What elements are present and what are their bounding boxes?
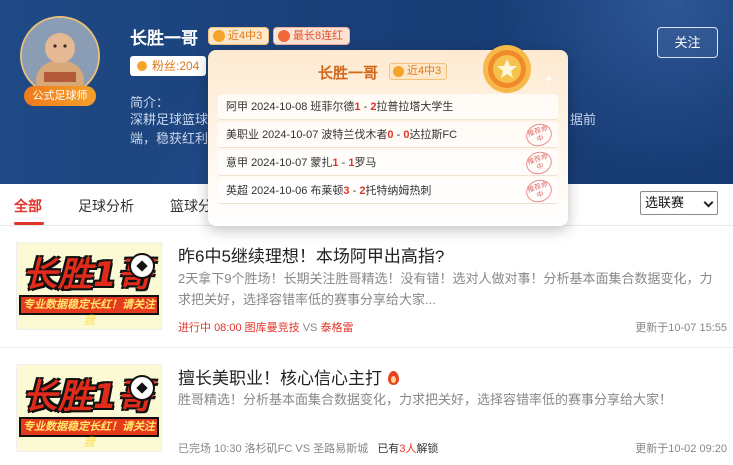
- hit-stamp: 推荐命中: [523, 176, 555, 206]
- result-row: 美职业 2024-10-07 波特兰伐木者0 - 0达拉斯FC 推荐命中: [218, 120, 558, 150]
- popup-record-tag-label: 近4中3: [407, 65, 442, 77]
- match-time: 10:30: [214, 443, 242, 455]
- match-time: 08:00: [214, 322, 242, 334]
- avatar-container: 公式足球师: [20, 16, 100, 106]
- chevron-down-icon: [703, 197, 714, 208]
- result-home: 班菲尔德: [310, 101, 355, 113]
- thumbnail-strip: 专业数据稳定长红！请关注我: [19, 295, 159, 327]
- active-tab-indicator: [14, 222, 44, 225]
- hit-stamp: 推荐命中: [523, 120, 555, 150]
- result-league: 英超: [226, 185, 248, 197]
- recent-results-list: 阿甲 2024-10-08 班菲尔德1 - 2拉普拉塔大学生 美职业 2024-…: [218, 94, 558, 206]
- record-tag[interactable]: 近4中3: [208, 27, 270, 45]
- sparkle-icon: ✦: [544, 72, 555, 86]
- avatar-image: [22, 18, 98, 94]
- article-match-info: 已完场 10:30 洛杉矶FC VS 圣路易斯城 已有3人解锁: [178, 440, 438, 456]
- streak-tag: 最长8连红: [273, 27, 351, 45]
- result-row: 英超 2024-10-06 布莱顿3 - 2托特纳姆热刺 推荐命中: [218, 176, 558, 206]
- article-summary: 2天拿下9个胜场！长期关注胜哥精选！没有错！选对人做对事！分析基本面集合数据变化…: [178, 271, 713, 307]
- match-status: 已完场: [178, 443, 211, 455]
- article-title[interactable]: 擅长美职业！核心信心主打: [178, 364, 399, 389]
- result-away: 拉普拉塔大学生: [376, 101, 454, 113]
- popup-record-tag: 近4中3: [389, 63, 448, 80]
- avatar[interactable]: [20, 16, 100, 96]
- match-status: 进行中: [178, 322, 211, 334]
- home-team: 洛杉矶FC: [244, 443, 293, 455]
- article-match-info: 进行中 08:00 图库曼竞技 VS 泰格雷: [178, 319, 353, 335]
- thumbnail-strip-text: 专业数据稳定长红！请关注我: [23, 421, 155, 449]
- fire-icon: [388, 371, 399, 385]
- result-home-score: 1: [354, 101, 361, 113]
- expert-name: 长胜一哥: [130, 29, 198, 48]
- article-updated-time: 更新于10-02 09:20: [635, 443, 727, 455]
- streak-tag-label: 最长8连红: [293, 30, 344, 42]
- article-summary: 胜哥精选！分析基本面集合数据变化，力求把关好，选择容错率低的赛事分享给大家！: [178, 392, 673, 407]
- article-updated-time: 更新于10-07 15:55: [635, 322, 727, 334]
- vs-label: VS: [295, 443, 311, 455]
- result-home: 布莱顿: [310, 185, 344, 197]
- thumbnail-strip-text: 专业数据稳定长红！请关注我: [23, 299, 155, 327]
- article-thumbnail: 长胜1哥 专业数据稳定长红！请关注我: [16, 242, 162, 330]
- thumbnail-strip: 专业数据稳定长红！请关注我: [19, 417, 159, 449]
- away-team: 泰格雷: [320, 322, 354, 334]
- result-league: 意甲: [226, 157, 248, 169]
- result-away: 罗马: [354, 157, 377, 169]
- result-home-score: 1: [332, 157, 339, 169]
- away-team: 圣路易斯城: [313, 443, 369, 455]
- league-select[interactable]: 选联赛: [640, 191, 718, 215]
- flame-icon: [278, 30, 290, 42]
- result-home-score: 3: [343, 185, 350, 197]
- result-away: 达拉斯FC: [409, 129, 458, 141]
- soccer-ball-icon: [129, 253, 155, 279]
- star-icon: [393, 66, 404, 77]
- unlock-prefix: 已有: [377, 443, 400, 455]
- fans-label: 粉丝:204: [152, 59, 200, 73]
- tab-football-analysis[interactable]: 足球分析: [78, 196, 134, 216]
- star-icon: [213, 30, 225, 42]
- intro-tail: 据前: [570, 112, 597, 127]
- result-date: 2024-10-08: [251, 101, 308, 113]
- league-select-value: 选联赛: [645, 195, 685, 210]
- popup-expert-name: 长胜一哥: [318, 65, 379, 82]
- fans-count: 粉丝:204: [130, 56, 207, 76]
- article-title-text: 擅长美职业！核心信心主打: [178, 369, 382, 388]
- article-divider: [0, 347, 733, 348]
- tab-all[interactable]: 全部: [14, 196, 42, 216]
- soccer-ball-icon: [129, 375, 155, 401]
- article-title[interactable]: 昨6中5继续理想！本场阿甲出高指?: [178, 242, 444, 267]
- record-popup: 长胜一哥 近4中3 ✦ ✦ 阿甲 2024-10-08 班菲尔德1 - 2拉普拉…: [208, 45, 568, 226]
- follow-button[interactable]: 关注: [657, 27, 718, 58]
- role-badge: 公式足球师: [24, 86, 96, 106]
- record-tag-label: 近4中3: [228, 30, 263, 42]
- result-date: 2024-10-07: [262, 129, 319, 141]
- result-league: 阿甲: [226, 101, 248, 113]
- result-home: 波特兰伐木者: [321, 129, 388, 141]
- result-row: 阿甲 2024-10-08 班菲尔德1 - 2拉普拉塔大学生: [218, 94, 558, 120]
- result-date: 2024-10-07: [251, 157, 308, 169]
- unlock-suffix: 解锁: [416, 443, 439, 455]
- article-thumbnail: 长胜1哥 专业数据稳定长红！请关注我: [16, 364, 162, 452]
- result-home-score: 0: [387, 129, 394, 141]
- result-away: 托特纳姆热刺: [365, 185, 432, 197]
- tab-basketball-analysis[interactable]: 篮球分: [170, 196, 212, 216]
- vs-label: VS: [302, 322, 318, 334]
- medal-icon: [483, 45, 531, 93]
- unlock-count: 3人: [399, 443, 417, 455]
- result-league: 美职业: [226, 129, 259, 141]
- user-icon: [137, 61, 147, 71]
- intro-label: 简介：: [130, 95, 170, 110]
- hit-stamp: 推荐命中: [523, 148, 555, 178]
- result-home: 蒙扎: [310, 157, 333, 169]
- result-row: 意甲 2024-10-07 蒙扎1 - 1罗马 推荐命中: [218, 148, 558, 178]
- result-date: 2024-10-06: [251, 185, 308, 197]
- home-team: 图库曼竞技: [244, 322, 300, 334]
